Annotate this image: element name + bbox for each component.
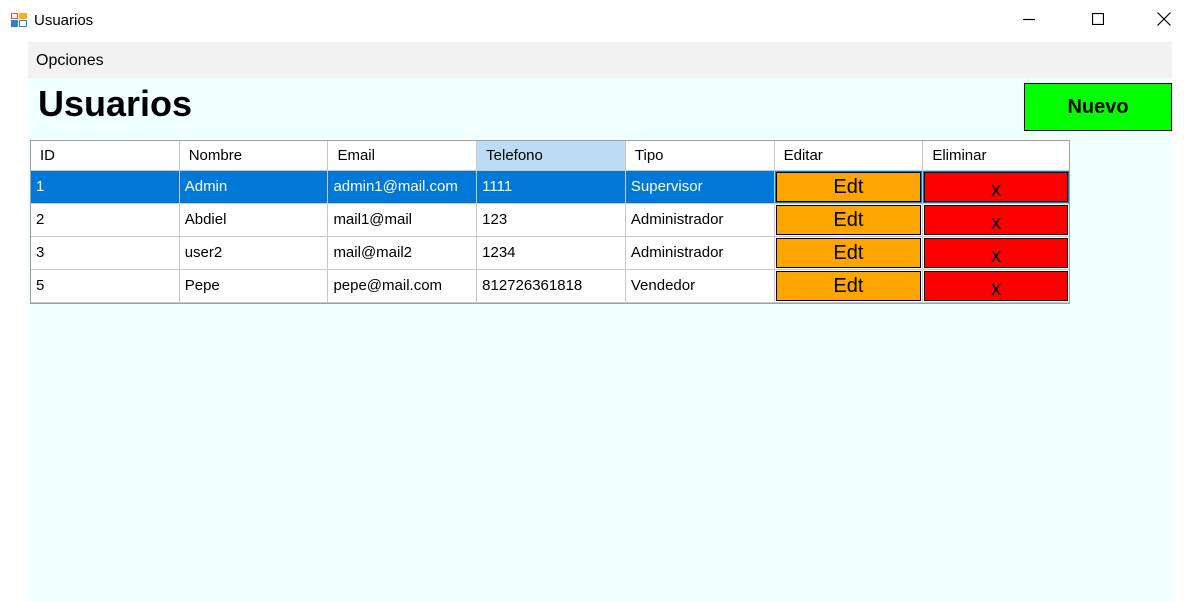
- cell-id[interactable]: 5: [31, 270, 180, 303]
- cell-editar: Edt: [774, 204, 924, 237]
- menu-bar: Opciones: [28, 42, 1172, 78]
- cell-email[interactable]: mail1@mail: [328, 204, 478, 237]
- windows-form-icon: [11, 13, 27, 27]
- column-header-email[interactable]: Email: [328, 141, 478, 171]
- table-row[interactable]: 1 Admin admin1@mail.com 1111 Supervisor …: [31, 171, 1070, 204]
- users-table[interactable]: ID Nombre Email Telefono Tipo Editar Eli…: [30, 140, 1070, 304]
- cell-eliminar: x: [923, 237, 1070, 270]
- form-client-area: Usuarios Nuevo ID Nombre Email Telefono …: [28, 78, 1172, 602]
- title-bar: Usuarios: [0, 0, 1187, 42]
- table-header-row: ID Nombre Email Telefono Tipo Editar Eli…: [31, 141, 1070, 171]
- minimize-button[interactable]: [1006, 0, 1052, 38]
- table-row[interactable]: 5 Pepe pepe@mail.com 812726361818 Vended…: [31, 270, 1070, 303]
- edit-button[interactable]: Edt: [775, 238, 922, 268]
- cell-id[interactable]: 1: [31, 171, 180, 204]
- close-icon: [1157, 12, 1171, 26]
- delete-button[interactable]: x: [924, 205, 1069, 235]
- edit-button[interactable]: Edt: [775, 271, 922, 301]
- cell-telefono[interactable]: 123: [477, 204, 626, 237]
- cell-eliminar: x: [923, 171, 1070, 204]
- cell-tipo[interactable]: Vendedor: [625, 270, 775, 303]
- cell-email[interactable]: pepe@mail.com: [328, 270, 478, 303]
- cell-eliminar: x: [923, 270, 1070, 303]
- table-row[interactable]: 3 user2 mail@mail2 1234 Administrador Ed…: [31, 237, 1070, 270]
- column-header-eliminar[interactable]: Eliminar: [923, 141, 1070, 171]
- window-title: Usuarios: [34, 12, 94, 29]
- cell-editar: Edt: [774, 171, 924, 204]
- edit-button[interactable]: Edt: [775, 205, 922, 235]
- delete-button[interactable]: x: [924, 172, 1069, 202]
- maximize-icon: [1092, 13, 1104, 25]
- cell-telefono[interactable]: 1111: [477, 171, 626, 204]
- cell-editar: Edt: [774, 237, 924, 270]
- cell-tipo[interactable]: Supervisor: [625, 171, 775, 204]
- column-header-id[interactable]: ID: [31, 141, 180, 171]
- column-header-tipo[interactable]: Tipo: [625, 141, 775, 171]
- cell-tipo[interactable]: Administrador: [625, 204, 775, 237]
- maximize-button[interactable]: [1075, 0, 1121, 38]
- page-title: Usuarios: [38, 83, 193, 124]
- cell-nombre[interactable]: user2: [179, 237, 329, 270]
- cell-id[interactable]: 2: [31, 204, 180, 237]
- cell-telefono[interactable]: 1234: [477, 237, 626, 270]
- close-button[interactable]: [1141, 0, 1187, 38]
- column-header-nombre[interactable]: Nombre: [179, 141, 329, 171]
- edit-button[interactable]: Edt: [775, 172, 922, 202]
- minimize-icon: [1023, 18, 1035, 21]
- column-header-editar[interactable]: Editar: [774, 141, 924, 171]
- table-row[interactable]: 2 Abdiel mail1@mail 123 Administrador Ed…: [31, 204, 1070, 237]
- cell-nombre[interactable]: Pepe: [179, 270, 329, 303]
- menu-item-opciones[interactable]: Opciones: [34, 51, 106, 71]
- cell-id[interactable]: 3: [31, 237, 180, 270]
- column-header-telefono[interactable]: Telefono: [477, 141, 626, 171]
- delete-button[interactable]: x: [924, 271, 1069, 301]
- cell-editar: Edt: [774, 270, 924, 303]
- delete-button[interactable]: x: [924, 238, 1069, 268]
- cell-telefono[interactable]: 812726361818: [477, 270, 626, 303]
- cell-nombre[interactable]: Admin: [179, 171, 329, 204]
- cell-nombre[interactable]: Abdiel: [179, 204, 329, 237]
- cell-email[interactable]: admin1@mail.com: [328, 171, 478, 204]
- cell-tipo[interactable]: Administrador: [625, 237, 775, 270]
- new-user-button[interactable]: Nuevo: [1024, 83, 1172, 131]
- cell-eliminar: x: [923, 204, 1070, 237]
- cell-email[interactable]: mail@mail2: [328, 237, 478, 270]
